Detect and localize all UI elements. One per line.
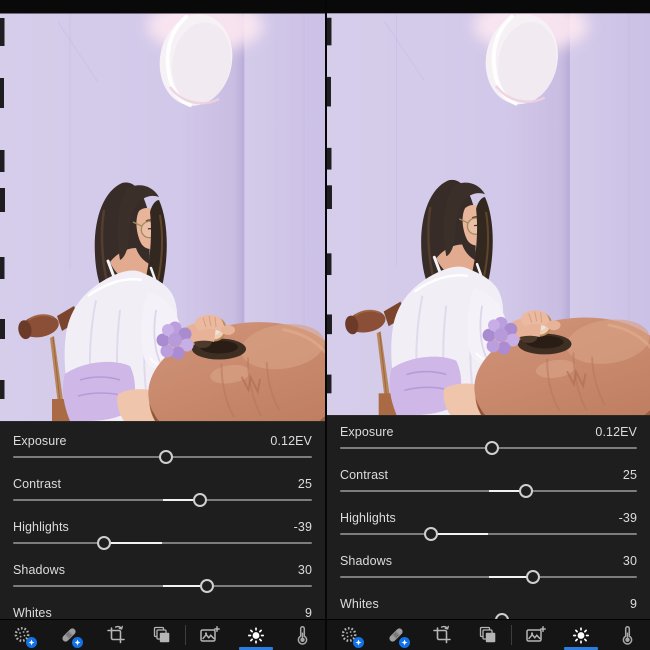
photo-image <box>327 0 650 415</box>
versions-icon <box>151 624 173 646</box>
contrast-slider-row: Contrast 25 <box>13 477 312 520</box>
slider-value: 25 <box>622 468 637 482</box>
exposure-slider-thumb[interactable] <box>485 441 500 455</box>
pane-left: Exposure 0.12EV Contrast 25 Highlights -… <box>0 0 325 650</box>
color-icon <box>291 624 313 646</box>
slider-value: -39 <box>618 511 637 525</box>
highlights-slider-thumb[interactable] <box>423 527 438 541</box>
slider-value: 9 <box>304 606 312 619</box>
premium-star-badge <box>399 637 410 648</box>
slider-value: 30 <box>622 554 637 568</box>
healing-icon <box>385 624 410 648</box>
whites-slider-row: Whites 9 <box>340 597 637 619</box>
photo-preview[interactable] <box>0 0 325 421</box>
light-icon <box>245 624 267 646</box>
highlights-slider-thumb[interactable] <box>97 536 112 550</box>
highlights-slider-track[interactable] <box>340 533 637 535</box>
exposure-slider-thumb[interactable] <box>159 450 174 464</box>
slider-label: Shadows <box>13 563 66 577</box>
photo-preview[interactable] <box>327 0 650 415</box>
healing-tool[interactable] <box>373 620 419 650</box>
crop-icon <box>431 624 453 646</box>
light-adjustments-panel: Exposure 0.12EV Contrast 25 Highlights -… <box>327 415 650 619</box>
slider-value: 25 <box>297 477 312 491</box>
slider-label: Shadows <box>340 554 393 568</box>
highlights-slider-row: Highlights -39 <box>13 520 312 563</box>
highlights-slider-row: Highlights -39 <box>340 511 637 554</box>
slider-label: Whites <box>13 606 52 619</box>
slider-label: Exposure <box>13 434 67 448</box>
slider-label: Highlights <box>340 511 396 525</box>
toolbar <box>0 619 325 650</box>
shadows-slider-thumb[interactable] <box>526 570 541 584</box>
slider-value: 9 <box>629 597 637 611</box>
contrast-slider-row: Contrast 25 <box>340 468 637 511</box>
pane-right: Exposure 0.12EV Contrast 25 Highlights -… <box>325 0 650 650</box>
slider-value: -39 <box>293 520 312 534</box>
slider-value: 0.12EV <box>270 434 312 448</box>
highlights-slider-track[interactable] <box>13 542 312 544</box>
image-plus-icon <box>198 624 221 646</box>
shadows-slider-thumb[interactable] <box>200 579 215 593</box>
light-tool[interactable] <box>232 620 278 650</box>
crop-icon <box>105 624 127 646</box>
healing-icon <box>58 624 84 648</box>
masking-tool[interactable] <box>0 620 46 650</box>
contrast-slider-thumb[interactable] <box>192 493 207 507</box>
contrast-slider-thumb[interactable] <box>518 484 533 498</box>
whites-slider-row: Whites 9 <box>13 606 312 619</box>
exposure-slider-row: Exposure 0.12EV <box>13 434 312 477</box>
crop-tool[interactable] <box>93 620 139 650</box>
image-plus-icon <box>524 624 546 646</box>
premium-star-badge <box>72 637 84 648</box>
light-tool[interactable] <box>558 620 604 650</box>
versions-tool[interactable] <box>465 620 511 650</box>
masking-tool[interactable] <box>327 620 373 650</box>
image-plus-tool[interactable] <box>512 620 558 650</box>
color-tool[interactable] <box>279 620 325 650</box>
slider-label: Highlights <box>13 520 69 534</box>
light-icon <box>570 624 592 646</box>
exposure-slider-row: Exposure 0.12EV <box>340 425 637 468</box>
editor-comparison: Exposure 0.12EV Contrast 25 Highlights -… <box>0 0 650 650</box>
shadows-slider-row: Shadows 30 <box>340 554 637 597</box>
color-tool[interactable] <box>604 620 650 650</box>
image-plus-tool[interactable] <box>186 620 232 650</box>
masking-icon <box>12 624 38 648</box>
slider-label: Exposure <box>340 425 394 439</box>
slider-label: Whites <box>340 597 379 611</box>
light-adjustments-panel: Exposure 0.12EV Contrast 25 Highlights -… <box>0 421 325 619</box>
toolbar <box>327 619 650 650</box>
color-icon <box>616 624 638 646</box>
slider-label: Contrast <box>13 477 62 491</box>
slider-label: Contrast <box>340 468 389 482</box>
versions-tool[interactable] <box>139 620 185 650</box>
slider-value: 30 <box>297 563 312 577</box>
masking-icon <box>339 624 364 648</box>
premium-star-badge <box>26 637 38 648</box>
photo-image <box>0 0 325 421</box>
slider-fill <box>104 542 163 544</box>
crop-tool[interactable] <box>419 620 465 650</box>
versions-icon <box>477 624 499 646</box>
healing-tool[interactable] <box>46 620 92 650</box>
shadows-slider-row: Shadows 30 <box>13 563 312 606</box>
slider-fill <box>430 533 489 535</box>
premium-star-badge <box>353 637 364 648</box>
whites-slider-thumb[interactable] <box>494 613 509 619</box>
slider-value: 0.12EV <box>595 425 637 439</box>
